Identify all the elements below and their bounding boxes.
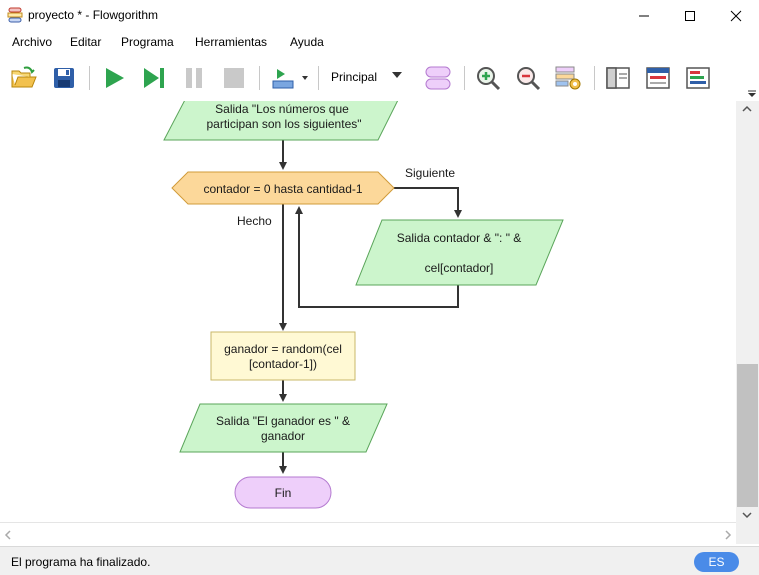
style-settings-button[interactable] (553, 63, 583, 93)
vertical-scrollbar[interactable] (736, 101, 759, 522)
open-icon (11, 66, 37, 88)
scroll-down-icon[interactable] (742, 511, 752, 519)
save-icon (54, 68, 74, 88)
status-bar: El programa ha finalizado. ES (0, 546, 759, 575)
layout-button[interactable] (269, 63, 311, 93)
toolbar-separator (594, 66, 595, 90)
zoom-out-icon (517, 67, 541, 91)
status-message: El programa ha finalizado. (11, 555, 151, 569)
flowchart-canvas[interactable]: Salida "Los números que participan son l… (0, 101, 736, 522)
output-shape-counter[interactable] (355, 219, 564, 286)
loop-text: contador = 0 hasta cantidad-1 (203, 182, 362, 196)
save-button[interactable] (49, 63, 79, 93)
scroll-right-icon[interactable] (724, 530, 732, 540)
run-icon (106, 68, 124, 88)
add-function-button[interactable] (423, 63, 453, 93)
menu-editar[interactable]: Editar (70, 35, 101, 49)
toolbar-overflow-icon[interactable] (747, 90, 757, 98)
output-text: ganador (261, 429, 305, 443)
close-icon (730, 10, 742, 21)
zoom-in-icon (477, 67, 501, 91)
scroll-left-icon[interactable] (4, 530, 12, 540)
loop-done-label: Hecho (237, 214, 272, 228)
output-text: Salida "Los números que (215, 102, 349, 116)
step-icon (144, 68, 164, 88)
toolbar-separator (318, 66, 319, 90)
title-bar: proyecto * - Flowgorithm (0, 0, 759, 31)
menu-archivo[interactable]: Archivo (12, 35, 52, 49)
output-text: participan son los siguientes" (206, 117, 361, 131)
run-button[interactable] (99, 63, 129, 93)
menu-herramientas[interactable]: Herramientas (195, 35, 267, 49)
layout-icon (272, 69, 308, 89)
panel-top-button[interactable] (643, 63, 673, 93)
menu-bar: Archivo Editar Programa Herramientas Ayu… (0, 31, 759, 54)
menu-ayuda[interactable]: Ayuda (290, 35, 324, 49)
window-title: proyecto * - Flowgorithm (28, 8, 159, 22)
vertical-scroll-thumb[interactable] (737, 364, 758, 507)
toolbar-separator (259, 66, 260, 90)
assignment-shape[interactable] (210, 331, 356, 381)
stop-icon (224, 68, 244, 88)
output-text: Salida "El ganador es " & (216, 414, 350, 428)
scroll-up-icon[interactable] (742, 105, 752, 113)
add-function-icon (425, 66, 451, 90)
toolbar-separator (464, 66, 465, 90)
output-text: Salida contador & ": " & (397, 231, 522, 245)
toolbar: Principal (0, 56, 759, 100)
zoom-in-button[interactable] (473, 63, 503, 93)
panel-top-icon (646, 67, 670, 89)
maximize-button[interactable] (667, 0, 713, 31)
close-button[interactable] (713, 0, 759, 31)
open-button[interactable] (9, 63, 39, 93)
zoom-out-button[interactable] (513, 63, 543, 93)
minimize-button[interactable] (621, 0, 667, 31)
maximize-icon (685, 10, 695, 21)
scrollbar-corner (736, 522, 759, 544)
panel-left-icon (606, 67, 630, 89)
step-button[interactable] (139, 63, 169, 93)
loop-next-arrow (394, 187, 462, 218)
assignment-text: ganador = random(cel (224, 342, 342, 356)
pause-button[interactable] (179, 63, 209, 93)
panel-right-button[interactable] (683, 63, 713, 93)
stop-button[interactable] (219, 63, 249, 93)
end-text: Fin (275, 486, 292, 500)
function-select[interactable]: Principal (331, 70, 377, 84)
panel-left-button[interactable] (603, 63, 633, 93)
language-badge[interactable]: ES (694, 552, 739, 572)
flowchart-diagram: Salida "Los números que participan son l… (163, 101, 564, 509)
pause-icon (186, 68, 202, 88)
menu-programa[interactable]: Programa (121, 35, 174, 49)
loop-next-label: Siguiente (405, 166, 455, 180)
flowgorithm-logo-icon (7, 7, 23, 23)
output-text: cel[contador] (425, 261, 494, 275)
horizontal-scrollbar[interactable] (0, 522, 736, 544)
panel-right-icon (686, 67, 710, 89)
output-shape-winner[interactable] (179, 403, 388, 453)
minimize-icon (639, 15, 649, 16)
assignment-text: [contador-1]) (249, 357, 317, 371)
toolbar-separator (89, 66, 90, 90)
chevron-down-icon[interactable] (391, 70, 403, 80)
style-settings-icon (555, 66, 581, 90)
